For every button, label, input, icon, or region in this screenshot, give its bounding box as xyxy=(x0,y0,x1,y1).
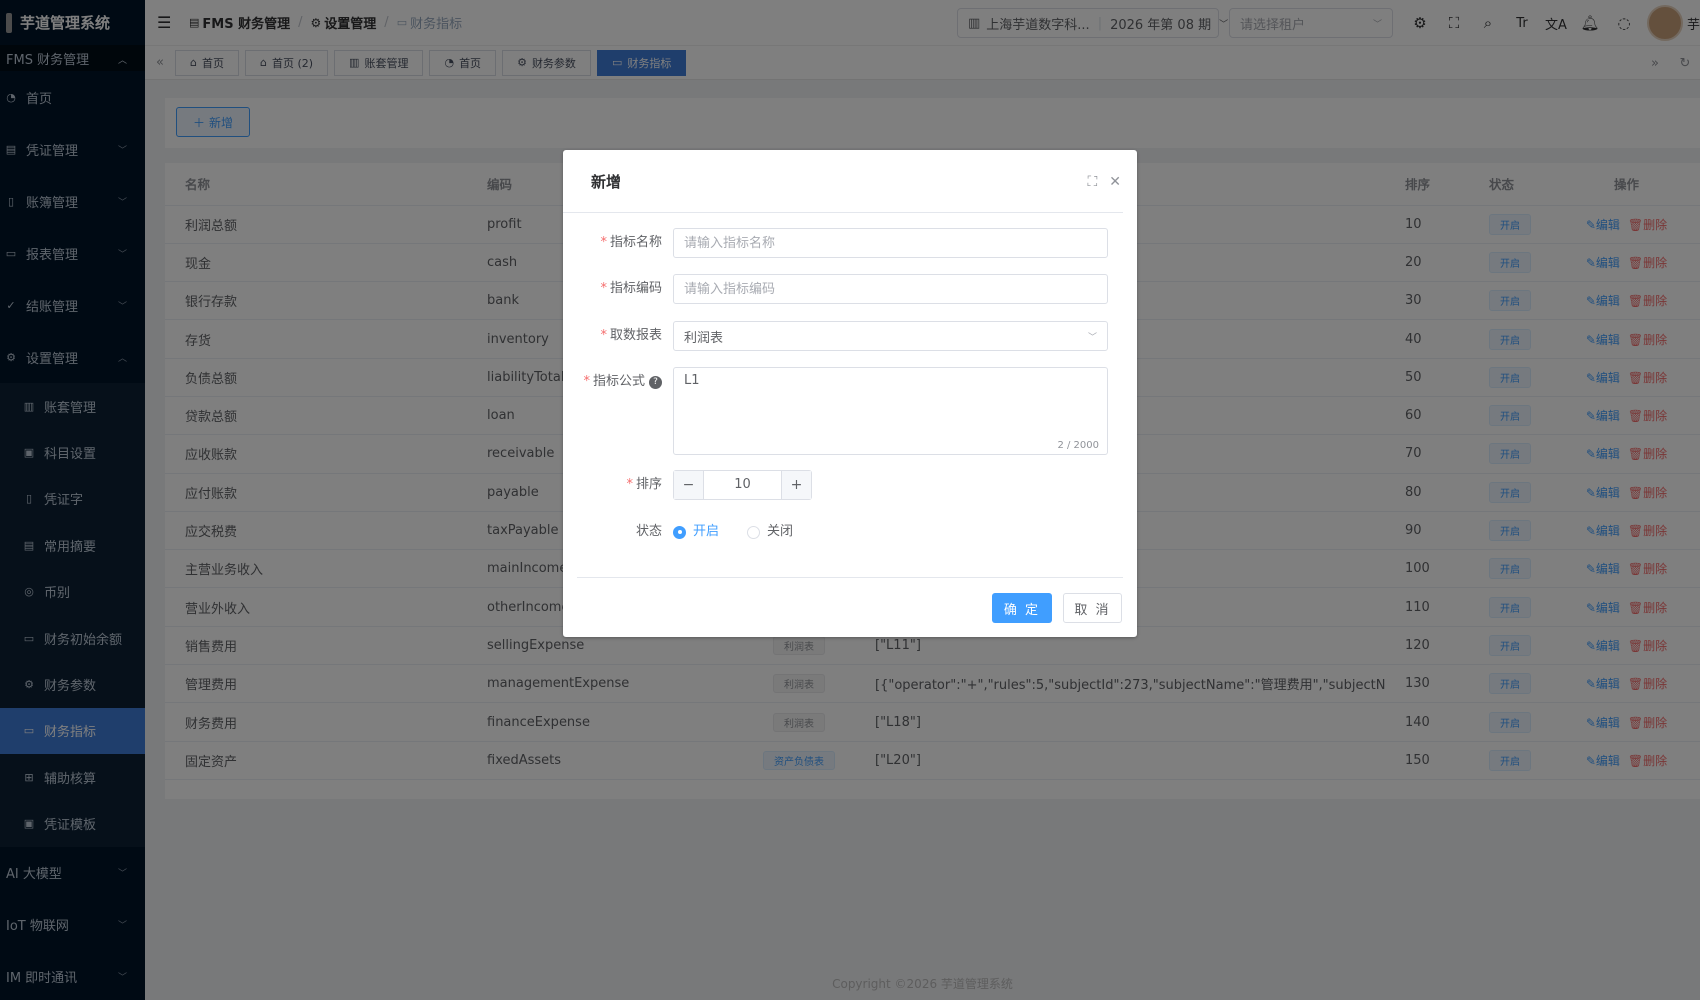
sort-value[interactable]: 10 xyxy=(704,471,781,499)
report-label-wrap: * 取数报表 xyxy=(600,328,662,343)
code-label: 指标编码 xyxy=(609,281,662,296)
formula-textarea[interactable]: L1 2 / 2000 xyxy=(673,367,1108,455)
radio-unchecked-icon xyxy=(747,525,761,539)
form-row-status: 状态 开启 关闭 xyxy=(563,517,1137,547)
status-radio-on[interactable]: 开启 xyxy=(673,517,719,547)
char-counter: 2 / 2000 xyxy=(1057,440,1099,451)
dialog-header: 新增 ⛶ ✕ xyxy=(563,150,1123,213)
report-label: 取数报表 xyxy=(609,328,662,343)
status-radio-off[interactable]: 关闭 xyxy=(747,517,793,547)
form-row-name: * 指标名称 xyxy=(563,228,1137,258)
status-label: 状态 xyxy=(635,524,662,539)
chevron-down-icon: ﹀ xyxy=(1087,332,1097,343)
status-label-wrap: 状态 xyxy=(563,517,673,547)
report-select-value: 利润表 xyxy=(684,330,724,346)
form-row-sort: * 排序 − 10 + xyxy=(563,470,1137,500)
dialog-footer: 确 定 取 消 xyxy=(577,577,1123,637)
code-input[interactable] xyxy=(673,274,1108,304)
report-select[interactable]: 利润表 ﹀ xyxy=(673,321,1108,351)
help-icon[interactable]: ? xyxy=(649,376,662,389)
name-label: 指标名称 xyxy=(609,235,662,250)
cancel-button[interactable]: 取 消 xyxy=(1063,593,1122,623)
form-row-code: * 指标编码 xyxy=(563,274,1137,304)
status-off-label: 关闭 xyxy=(767,524,794,539)
confirm-button[interactable]: 确 定 xyxy=(992,593,1052,623)
sort-stepper[interactable]: − 10 + xyxy=(673,470,812,500)
name-label-wrap: * 指标名称 xyxy=(600,235,662,250)
formula-value: L1 xyxy=(684,373,700,388)
minus-icon[interactable]: − xyxy=(674,471,704,499)
close-icon[interactable]: ✕ xyxy=(1109,174,1121,190)
status-on-label: 开启 xyxy=(693,524,720,539)
formula-label-wrap: * 指标公式? xyxy=(563,367,673,397)
radio-checked-icon xyxy=(673,525,686,539)
maximize-icon[interactable]: ⛶ xyxy=(1087,174,1097,190)
name-input[interactable] xyxy=(673,228,1108,258)
plus-icon[interactable]: + xyxy=(781,471,811,499)
sort-label-wrap: * 排序 xyxy=(626,477,662,492)
code-label-wrap: * 指标编码 xyxy=(600,281,662,296)
formula-label: 指标公式 xyxy=(592,374,645,389)
add-dialog: 新增 ⛶ ✕ *指标名称 *指标编码 *取数报表 利润表 ﹀ *指标公式? L1… xyxy=(563,150,1137,637)
dialog-title: 新增 xyxy=(591,172,622,191)
sort-label: 排序 xyxy=(635,477,662,492)
form-row-report: * 取数报表 利润表 ﹀ xyxy=(563,321,1137,351)
form-row-formula: * 指标公式? L1 2 / 2000 xyxy=(563,367,1137,455)
